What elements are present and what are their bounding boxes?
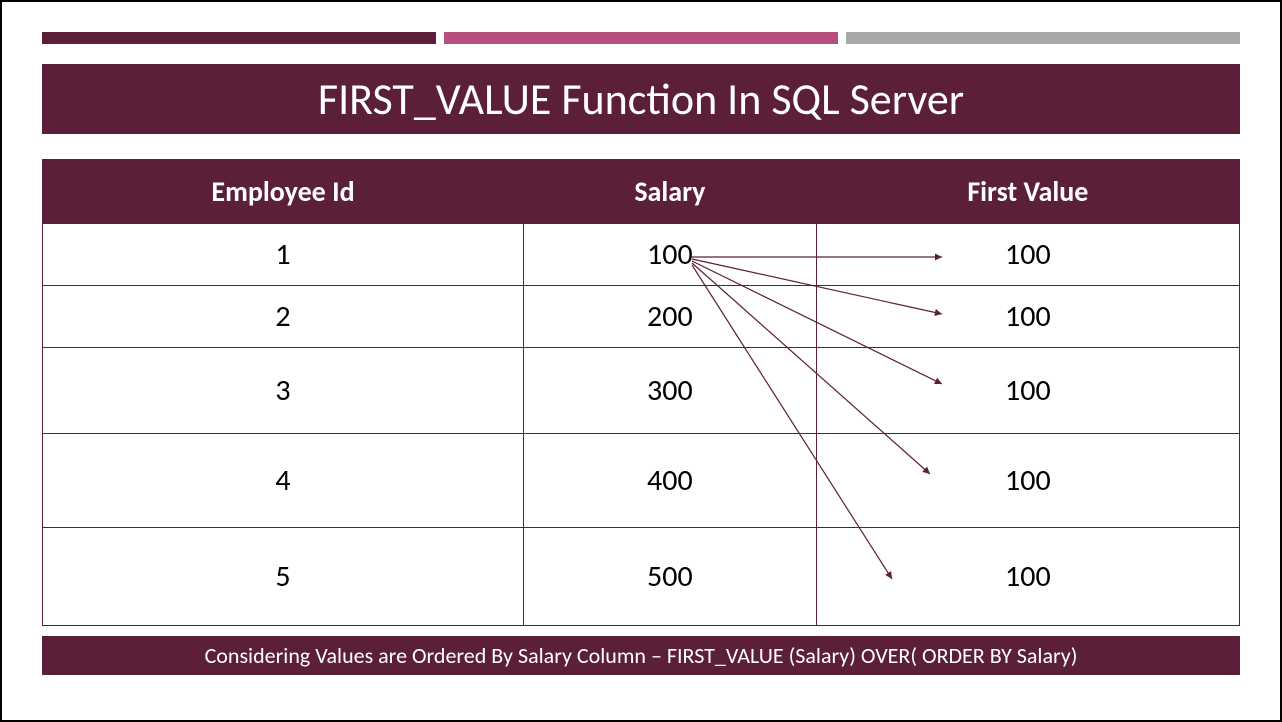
stripe-dark [42,32,436,44]
table-row: 2 200 100 [43,286,1240,348]
cell-first-value: 100 [816,286,1239,348]
cell-id: 5 [43,528,524,626]
cell-first-value: 100 [816,434,1239,528]
data-table: Employee Id Salary First Value 1 100 100… [42,159,1240,626]
stripe-grey [846,32,1240,44]
cell-first-value: 100 [816,348,1239,434]
header-stripes [42,32,1240,44]
cell-salary: 100 [524,224,817,286]
page-title: FIRST_VALUE Function In SQL Server [42,64,1240,134]
cell-id: 2 [43,286,524,348]
caption: Considering Values are Ordered By Salary… [42,636,1240,675]
cell-salary: 300 [524,348,817,434]
table-row: 3 300 100 [43,348,1240,434]
col-first-value: First Value [816,160,1239,224]
cell-id: 1 [43,224,524,286]
stripe-pink [444,32,838,44]
table-row: 5 500 100 [43,528,1240,626]
cell-salary: 500 [524,528,817,626]
cell-id: 3 [43,348,524,434]
cell-id: 4 [43,434,524,528]
cell-first-value: 100 [816,224,1239,286]
table-wrap: Employee Id Salary First Value 1 100 100… [42,159,1240,626]
cell-salary: 200 [524,286,817,348]
table-row: 1 100 100 [43,224,1240,286]
col-employee-id: Employee Id [43,160,524,224]
table-row: 4 400 100 [43,434,1240,528]
cell-salary: 400 [524,434,817,528]
cell-first-value: 100 [816,528,1239,626]
col-salary: Salary [524,160,817,224]
